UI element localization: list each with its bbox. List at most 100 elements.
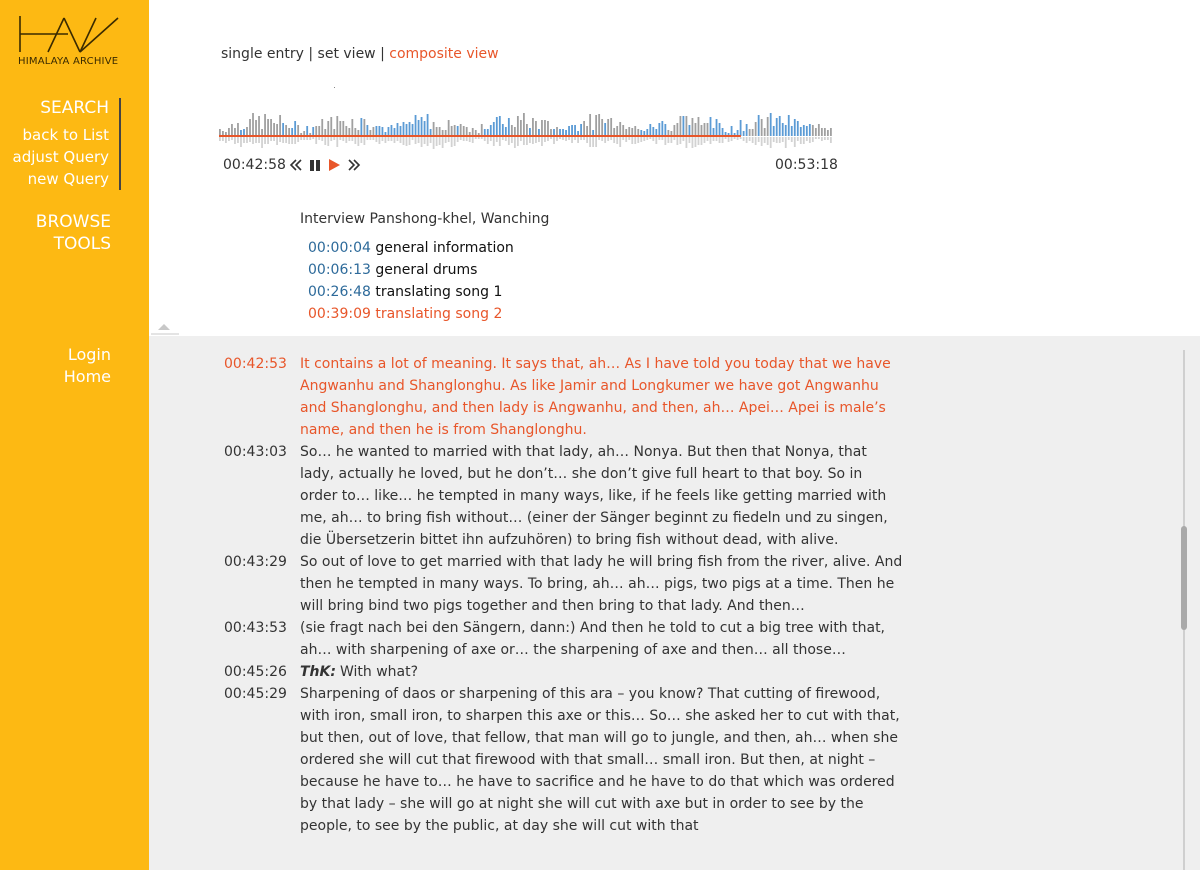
- pause-icon[interactable]: [309, 159, 321, 172]
- chapter-item[interactable]: 00:00:04 general information: [308, 237, 514, 259]
- rewind-icon[interactable]: [289, 158, 303, 172]
- waveform-bar-reflection: [468, 137, 471, 142]
- waveform-bar: [604, 123, 607, 136]
- waveform-bar: [757, 115, 760, 136]
- waveform-bar-reflection: [387, 137, 390, 141]
- transcript-time[interactable]: 00:42:53: [224, 353, 300, 441]
- nav-search[interactable]: SEARCH: [40, 98, 109, 118]
- waveform-bar-reflection: [580, 137, 582, 140]
- waveform-bar-reflection: [225, 137, 227, 143]
- waveform-bar: [417, 120, 420, 136]
- transcript-row[interactable]: 00:43:29 So out of love to get married w…: [224, 551, 902, 617]
- waveform-bar-reflection: [345, 137, 348, 143]
- audio-waveform[interactable]: [219, 100, 833, 152]
- transcript-time[interactable]: 00:43:53: [224, 617, 300, 661]
- waveform-bar-reflection: [270, 137, 272, 141]
- waveform-bar-reflection: [288, 137, 291, 144]
- waveform-bar-reflection: [426, 137, 429, 146]
- waveform-bar: [820, 128, 823, 136]
- hav-logo[interactable]: HIMALAYA ARCHIVE: [18, 14, 122, 70]
- waveform-bar: [435, 127, 438, 136]
- waveform-bar: [228, 128, 230, 136]
- waveform-bar-reflection: [477, 137, 480, 139]
- nav-login[interactable]: Login: [68, 345, 111, 364]
- waveform-bar-reflection: [417, 137, 420, 143]
- waveform-bar: [522, 113, 525, 136]
- waveform-bar: [754, 122, 757, 136]
- waveform-bar-reflection: [408, 137, 411, 145]
- waveform-bar-reflection: [369, 137, 372, 140]
- nav-adjust-query[interactable]: adjust Query: [13, 148, 109, 166]
- transcript-time[interactable]: 00:45:29: [224, 683, 300, 837]
- waveform-bar-reflection: [532, 137, 534, 144]
- transcript-row[interactable]: 00:45:29 Sharpening of daos or sharpenin…: [224, 683, 900, 837]
- nav-back-to-list[interactable]: back to List: [23, 126, 109, 144]
- waveform-bar-reflection: [706, 137, 709, 141]
- waveform-bar-reflection: [766, 137, 769, 145]
- waveform-bar-reflection: [405, 137, 408, 146]
- waveform-bar: [336, 116, 339, 136]
- chapter-item[interactable]: 00:26:48 translating song 1: [308, 281, 514, 303]
- waveform-bar: [318, 126, 321, 136]
- waveform-bar-reflection: [513, 137, 516, 148]
- waveform-bar: [513, 127, 516, 136]
- scrollbar-thumb[interactable]: [1181, 526, 1187, 630]
- search-group: SEARCH back to List adjust Query new Que…: [9, 98, 121, 190]
- waveform-bar: [742, 131, 745, 136]
- waveform-bar: [495, 117, 498, 136]
- waveform-bar-reflection: [375, 137, 378, 142]
- nav-browse[interactable]: BROWSE: [36, 212, 111, 232]
- waveform-bar: [691, 118, 694, 136]
- waveform-bar-reflection: [805, 137, 808, 141]
- waveform-bar: [799, 127, 802, 136]
- waveform-bar-reflection: [820, 137, 823, 141]
- transcript-time[interactable]: 00:43:29: [224, 551, 300, 617]
- transcript-time[interactable]: 00:43:03: [224, 441, 300, 551]
- nav-home[interactable]: Home: [64, 367, 111, 386]
- waveform-bar: [285, 125, 288, 136]
- view-composite-view[interactable]: composite view: [389, 46, 498, 62]
- waveform-bar-reflection: [829, 137, 832, 143]
- waveform-bar-reflection: [550, 137, 552, 139]
- transcript-row-current[interactable]: 00:42:53 It contains a lot of meaning. I…: [224, 353, 891, 441]
- waveform-bar: [790, 126, 793, 136]
- waveform-bar-reflection: [595, 137, 598, 147]
- waveform-bar-reflection: [721, 137, 724, 143]
- waveform-bar-reflection: [610, 137, 613, 140]
- play-icon[interactable]: [327, 158, 341, 172]
- waveform-bar-reflection: [778, 137, 781, 143]
- transcript-time[interactable]: 00:45:26: [224, 661, 300, 683]
- waveform-bar-reflection: [658, 137, 661, 140]
- waveform-bar: [492, 122, 495, 136]
- waveform-bar-reflection: [312, 137, 315, 139]
- nav-tools[interactable]: TOOLS: [54, 234, 111, 254]
- waveform-bar: [766, 117, 769, 136]
- transcript-text-body: With what?: [339, 664, 419, 680]
- current-time: 00:42:58: [223, 157, 286, 173]
- nav-new-query[interactable]: new Query: [28, 170, 109, 188]
- fast-forward-icon[interactable]: [347, 158, 361, 172]
- waveform-bar-reflection: [249, 137, 251, 142]
- waveform-bar: [796, 121, 799, 136]
- waveform-bar: [664, 124, 667, 136]
- view-single-entry[interactable]: single entry: [221, 46, 304, 62]
- waveform-bar: [805, 126, 808, 136]
- waveform-bar-reflection: [378, 137, 381, 144]
- chapter-item-current[interactable]: 00:39:09 translating song 2: [308, 303, 514, 325]
- transcript-text: It contains a lot of meaning. It says th…: [300, 356, 891, 438]
- waveform-bar: [459, 124, 462, 136]
- waveform-bar-reflection: [285, 137, 288, 143]
- waveform-bar: [408, 122, 411, 136]
- transcript-row[interactable]: 00:45:26 ThK: With what?: [224, 661, 834, 683]
- view-set-view[interactable]: set view: [318, 46, 376, 62]
- chapter-item[interactable]: 00:06:13 general drums: [308, 259, 514, 281]
- transcript-row[interactable]: 00:43:53 (sie fragt nach bei den Sängern…: [224, 617, 885, 661]
- transcript-scrollbar[interactable]: [1181, 350, 1187, 870]
- waveform-bar: [507, 118, 510, 136]
- waveform-bar-reflection: [315, 137, 318, 144]
- waveform-bar: [345, 126, 348, 136]
- waveform-bar: [661, 121, 664, 136]
- waveform-bar-reflection: [399, 137, 402, 143]
- waveform-bar-reflection: [435, 137, 438, 146]
- transcript-row[interactable]: 00:43:03 So… he wanted to married with t…: [224, 441, 888, 551]
